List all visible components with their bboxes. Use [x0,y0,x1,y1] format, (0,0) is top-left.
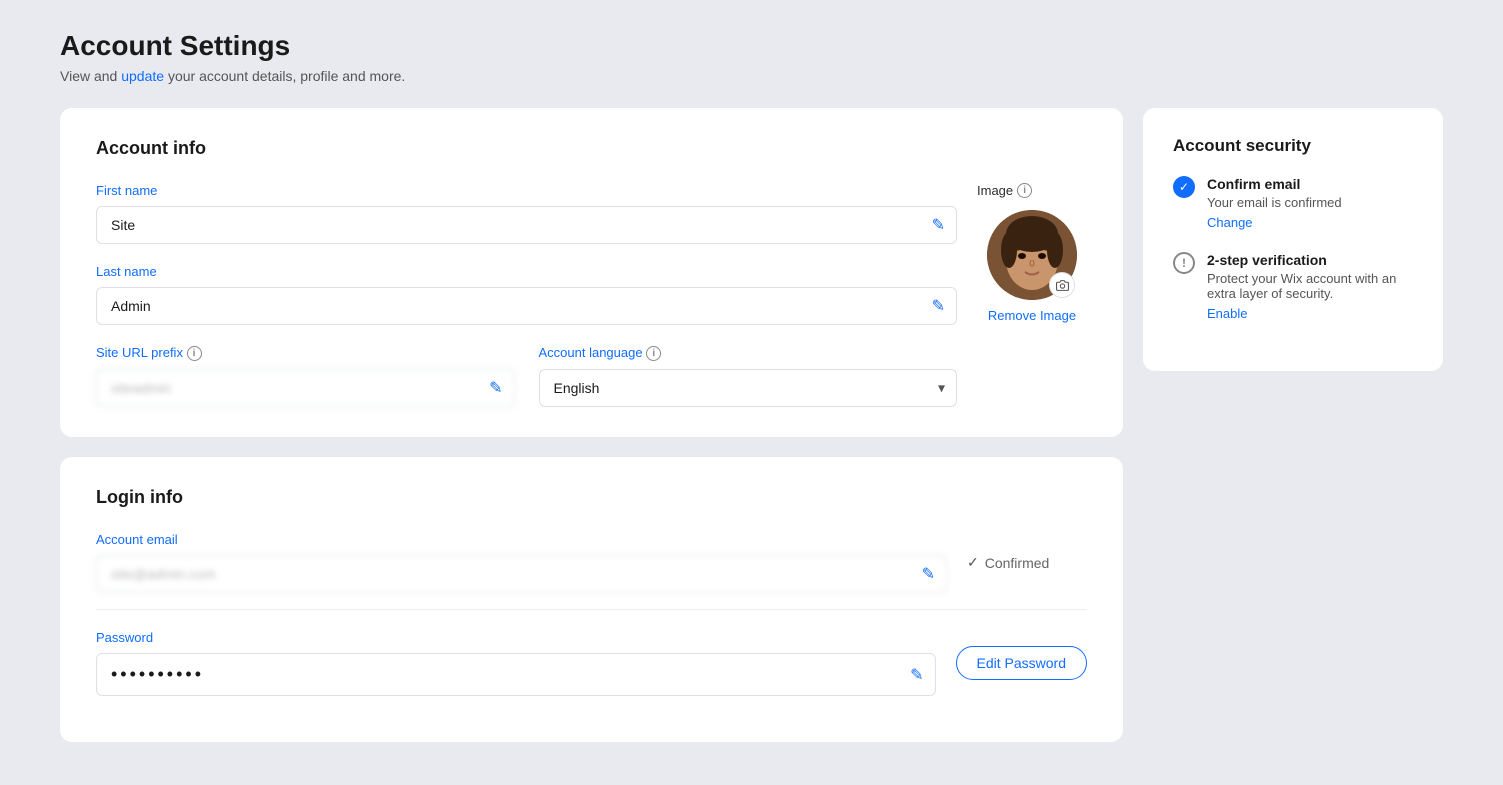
confirm-email-subtitle: Your email is confirmed [1207,195,1342,210]
confirm-email-change-link[interactable]: Change [1207,215,1253,230]
last-name-field-block: Last name ✎ [96,264,957,325]
account-language-group: Account language i English French Spanis… [539,345,958,407]
edit-password-wrap: Edit Password [956,646,1087,680]
site-url-edit-icon[interactable]: ✎ [489,378,502,398]
account-email-input[interactable] [96,555,947,593]
password-input-wrap: ✎ [96,653,936,696]
login-info-title: Login info [96,487,1087,508]
account-email-label: Account email [96,532,947,547]
password-row: Password ✎ Edit Password [96,609,1087,712]
image-label: Image i [977,183,1032,198]
two-step-body: 2-step verification Protect your Wix acc… [1207,252,1413,323]
first-name-edit-icon[interactable]: ✎ [932,215,945,235]
site-url-input-wrap: ✎ [96,369,515,407]
account-email-row: Account email ✎ ✓ Confirmed [96,532,1087,609]
remove-image-link[interactable]: Remove Image [988,308,1076,323]
two-step-warn-icon: ! [1173,252,1195,274]
confirm-email-check-icon: ✓ [1173,176,1195,198]
security-item-confirm-email: ✓ Confirm email Your email is confirmed … [1173,176,1413,232]
two-step-enable-link[interactable]: Enable [1207,306,1247,321]
login-info-inner: Account email ✎ ✓ Confirmed Password [96,532,1087,712]
page-subtitle: View and update your account details, pr… [60,68,1443,84]
last-name-label: Last name [96,264,957,279]
layout: Account info First name ✎ Last name [60,108,1443,742]
site-url-input[interactable] [96,369,515,407]
first-name-input[interactable] [96,206,957,244]
confirmed-check-icon: ✓ [967,554,979,571]
account-info-title: Account info [96,138,1087,159]
language-select[interactable]: English French Spanish German Portuguese [539,369,958,407]
confirm-email-title: Confirm email [1207,176,1342,192]
site-url-group: Site URL prefix i ✎ [96,345,515,407]
account-email-edit-icon[interactable]: ✎ [922,564,935,584]
account-info-fields: First name ✎ Last name ✎ [96,183,957,407]
language-select-wrap: English French Spanish German Portuguese… [539,369,958,407]
account-info-inner: First name ✎ Last name ✎ [96,183,1087,407]
security-item-two-step: ! 2-step verification Protect your Wix a… [1173,252,1413,323]
subtitle-before: View and [60,68,121,84]
password-input[interactable] [96,653,936,696]
confirmed-label: Confirmed [985,555,1050,571]
avatar-section: Image i [977,183,1087,407]
avatar-wrap [987,210,1077,300]
image-info-icon[interactable]: i [1017,183,1032,198]
url-language-row: Site URL prefix i ✎ Account language [96,345,957,407]
page-title: Account Settings [60,30,1443,62]
two-step-subtitle: Protect your Wix account with an extra l… [1207,271,1413,301]
first-name-field-block: First name ✎ [96,183,957,244]
first-name-label: First name [96,183,957,198]
edit-password-button[interactable]: Edit Password [956,646,1087,680]
main-column: Account info First name ✎ Last name [60,108,1123,742]
account-security-title: Account security [1173,136,1413,156]
account-email-group: Account email ✎ [96,532,947,593]
confirmed-status: ✓ Confirmed [967,554,1087,571]
account-language-info-icon[interactable]: i [646,346,661,361]
last-name-input[interactable] [96,287,957,325]
last-name-input-wrap: ✎ [96,287,957,325]
account-security-card: Account security ✓ Confirm email Your em… [1143,108,1443,371]
site-url-info-icon[interactable]: i [187,346,202,361]
account-info-card: Account info First name ✎ Last name [60,108,1123,437]
account-email-input-wrap: ✎ [96,555,947,593]
last-name-edit-icon[interactable]: ✎ [932,296,945,316]
subtitle-after: your account details, profile and more. [164,68,405,84]
login-info-card: Login info Account email ✎ ✓ Confirmed [60,457,1123,742]
password-edit-icon[interactable]: ✎ [910,665,923,685]
account-language-label: Account language i [539,345,958,361]
password-label: Password [96,630,936,645]
site-url-label: Site URL prefix i [96,345,515,361]
confirm-email-body: Confirm email Your email is confirmed Ch… [1207,176,1342,232]
two-step-title: 2-step verification [1207,252,1413,268]
password-group: Password ✎ [96,630,936,696]
subtitle-link[interactable]: update [121,68,164,84]
camera-button[interactable] [1049,272,1075,298]
first-name-input-wrap: ✎ [96,206,957,244]
